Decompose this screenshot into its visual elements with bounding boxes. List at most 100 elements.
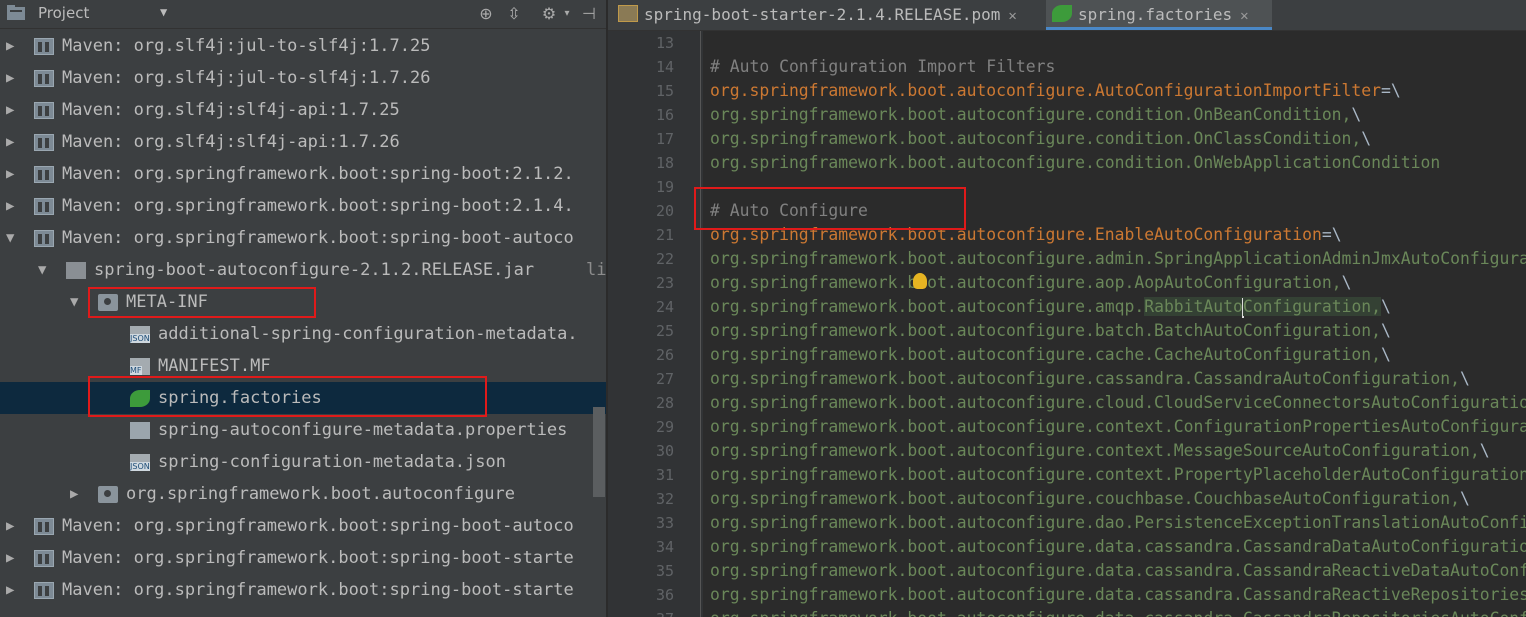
code-token: org.springframework.boot.autoconfigure.d… xyxy=(710,513,1526,532)
tab-spring-factories[interactable]: spring.factories ✕ xyxy=(1046,0,1272,30)
highlight-box-auto-configure xyxy=(694,187,966,230)
chevron-right-icon[interactable]: ▶ xyxy=(70,478,84,510)
code-token: org.springframework.boot.autoconfigure.d… xyxy=(710,609,1526,617)
library-icon xyxy=(34,38,54,55)
project-view-title[interactable]: Project xyxy=(38,4,89,22)
tree-item-label: Maven: org.slf4j:jul-to-slf4j:1.7.26 xyxy=(62,68,431,88)
code-token: \ xyxy=(1381,321,1391,340)
json-file-icon: JSON xyxy=(130,454,150,471)
code-line[interactable]: org.springframework.boot.autoconfigure.a… xyxy=(710,295,1526,319)
code-line[interactable]: org.springframework.boot.autoconfigure.c… xyxy=(710,343,1526,367)
close-icon[interactable]: ✕ xyxy=(1008,8,1016,24)
collapse-all-icon[interactable]: ⇳ xyxy=(503,3,525,25)
code-line[interactable]: org.springframework.boot.autoconfigure.d… xyxy=(710,559,1526,583)
code-token: org.springframework.boot.autoconfigure.d… xyxy=(710,585,1526,604)
tab-spring-factories-label: spring.factories xyxy=(1078,5,1233,24)
tree-item[interactable]: ▶ org.springframework.boot.autoconfigure xyxy=(0,478,606,510)
library-icon xyxy=(34,550,54,567)
code-token: # Auto Configuration Import Filters xyxy=(710,57,1056,76)
tree-item-suffix: li xyxy=(586,260,606,280)
tree-item[interactable]: ▶ Maven: org.slf4j:jul-to-slf4j:1.7.26 xyxy=(0,62,606,94)
code-token: org.springframework.boot.autoconfigure.A… xyxy=(710,81,1382,100)
library-icon xyxy=(34,134,54,151)
properties-file-icon xyxy=(130,422,150,439)
code-line[interactable] xyxy=(710,31,1526,55)
code-token: \ xyxy=(1459,369,1470,388)
code-line[interactable]: org.springframework.boot.autoconfigure.c… xyxy=(710,127,1526,151)
code-token: org.springframework.boot.autoconfigure.c… xyxy=(710,393,1526,412)
gear-dropdown-icon[interactable]: ▾ xyxy=(556,3,578,25)
code-line[interactable]: org.springframework.boot.autoconfigure.c… xyxy=(710,367,1526,391)
code-line[interactable]: org.springframework.boot.autoconfigure.c… xyxy=(710,463,1526,487)
code-token: org.springframework.boot.autoconfigure.a… xyxy=(710,297,1145,316)
tree-item[interactable]: ▶ Maven: org.springframework.boot:spring-… xyxy=(0,574,606,606)
code-token: org.springframework.boot.autoconfigure.c… xyxy=(710,129,1362,148)
locate-target-icon[interactable]: ⊕ xyxy=(475,3,497,25)
code-line[interactable]: org.springframework.boot.autoconfigure.c… xyxy=(710,415,1526,439)
code-token: org.springframework.boot.autoconfigure.d… xyxy=(710,561,1526,580)
line-number: 17 xyxy=(655,130,674,148)
chevron-right-icon[interactable]: ▶ xyxy=(6,510,20,542)
tree-item-label: Maven: org.slf4j:slf4j-api:1.7.26 xyxy=(62,132,400,152)
chevron-right-icon[interactable]: ▶ xyxy=(6,542,20,574)
code-token: Configuration, xyxy=(1242,297,1382,316)
tree-item[interactable]: JSON additional-spring-configuration-meta… xyxy=(0,318,606,350)
code-line[interactable]: org.springframework.boot.autoconfigure.c… xyxy=(710,439,1526,463)
code-token: \ xyxy=(1381,297,1391,316)
code-line[interactable]: org.springframework.boot.autoconfigure.a… xyxy=(710,247,1526,271)
code-token: \ xyxy=(1351,105,1362,124)
project-tree[interactable]: ▶ Maven: org.slf4j:jul-to-slf4j:1.7.25 ▶ Ma… xyxy=(0,30,606,617)
tree-item[interactable]: ▶ Maven: org.springframework.boot:spring-… xyxy=(0,542,606,574)
code-line[interactable]: # Auto Configuration Import Filters xyxy=(710,55,1526,79)
chevron-down-icon[interactable]: ▼ xyxy=(6,222,20,254)
chevron-right-icon[interactable]: ▶ xyxy=(6,158,20,190)
library-icon xyxy=(34,582,54,599)
tree-item[interactable]: ▶ Maven: org.springframework.boot:spring-… xyxy=(0,158,606,190)
code-token: org.springframework.boot.autoconfigure.c… xyxy=(710,345,1382,364)
chevron-right-icon[interactable]: ▶ xyxy=(6,574,20,606)
code-line[interactable]: org.springframework.boot.autoconfigure.b… xyxy=(710,319,1526,343)
chevron-right-icon[interactable]: ▶ xyxy=(6,94,20,126)
code-token: \ xyxy=(1459,489,1470,508)
code-token: =\ xyxy=(1321,225,1342,244)
hide-panel-icon[interactable]: ⊣ xyxy=(578,3,600,25)
tree-item[interactable]: ▶ Maven: org.slf4j:slf4j-api:1.7.26 xyxy=(0,126,606,158)
code-line[interactable]: org.springframework.boot.autoconfigure.c… xyxy=(710,151,1526,175)
close-icon[interactable]: ✕ xyxy=(1240,8,1248,24)
code-line[interactable]: org.springframework.boot.autoconfigure.c… xyxy=(710,103,1526,127)
chevron-right-icon[interactable]: ▶ xyxy=(6,126,20,158)
chevron-right-icon[interactable]: ▶ xyxy=(6,62,20,94)
chevron-down-icon[interactable]: ▼ xyxy=(160,5,167,19)
library-icon xyxy=(34,70,54,87)
lightbulb-icon[interactable] xyxy=(913,273,927,289)
chevron-down-icon[interactable]: ▼ xyxy=(38,254,52,286)
line-number: 26 xyxy=(655,346,674,364)
tree-item[interactable]: ▶ Maven: org.slf4j:slf4j-api:1.7.25 xyxy=(0,94,606,126)
tree-item[interactable]: ▶ Maven: org.slf4j:jul-to-slf4j:1.7.25 xyxy=(0,30,606,62)
chevron-right-icon[interactable]: ▶ xyxy=(6,190,20,222)
code-token: org.springframework.boot.autoconfigure.c… xyxy=(710,465,1526,484)
code-line[interactable]: org.springframework.boot.autoconfigure.a… xyxy=(710,271,1526,295)
tree-scrollbar[interactable] xyxy=(593,407,605,497)
code-line[interactable]: org.springframework.boot.autoconfigure.d… xyxy=(710,583,1526,607)
code-token: org.springframework.boot.autoconfigure.c… xyxy=(710,441,1480,460)
line-number: 35 xyxy=(655,562,674,580)
code-line[interactable]: org.springframework.boot.autoconfigure.d… xyxy=(710,607,1526,617)
tree-item[interactable]: ▶ Maven: org.springframework.boot:spring-… xyxy=(0,510,606,542)
line-number: 21 xyxy=(655,226,674,244)
chevron-right-icon[interactable]: ▶ xyxy=(6,30,20,62)
code-line[interactable]: org.springframework.boot.autoconfigure.c… xyxy=(710,487,1526,511)
tree-item[interactable]: ▼ spring-boot-autoconfigure-2.1.2.RELEASE… xyxy=(0,254,606,286)
tab-pom[interactable]: spring-boot-starter-2.1.4.RELEASE.pom ✕ xyxy=(614,0,1044,30)
chevron-down-icon[interactable]: ▼ xyxy=(70,286,84,318)
tree-item-label: Maven: org.springframework.boot:spring-b… xyxy=(62,164,574,184)
code-line[interactable]: org.springframework.boot.autoconfigure.A… xyxy=(710,79,1526,103)
code-line[interactable]: org.springframework.boot.autoconfigure.d… xyxy=(710,535,1526,559)
tree-item[interactable]: ▼ Maven: org.springframework.boot:spring-… xyxy=(0,222,606,254)
code-line[interactable]: org.springframework.boot.autoconfigure.c… xyxy=(710,391,1526,415)
tree-item[interactable]: ▶ Maven: org.springframework.boot:spring-… xyxy=(0,190,606,222)
code-line[interactable]: org.springframework.boot.autoconfigure.d… xyxy=(710,511,1526,535)
tree-item[interactable]: spring-autoconfigure-metadata.properties xyxy=(0,414,606,446)
tree-item[interactable]: JSON spring-configuration-metadata.json xyxy=(0,446,606,478)
line-number: 31 xyxy=(655,466,674,484)
